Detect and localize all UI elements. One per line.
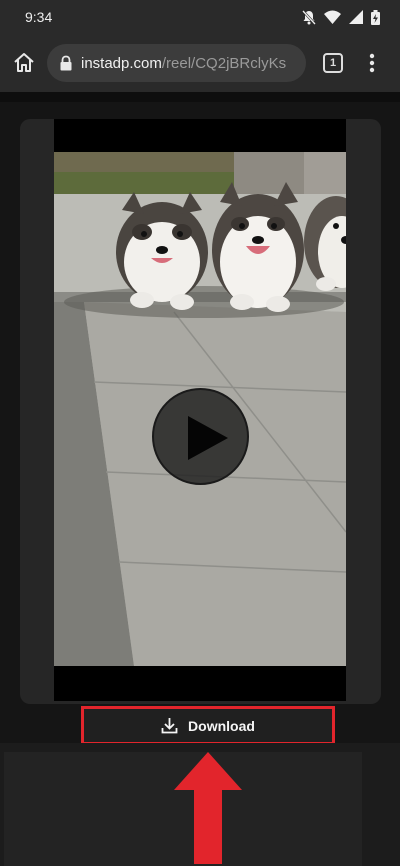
home-icon[interactable] — [12, 51, 36, 75]
download-label: Download — [188, 717, 255, 734]
url-host: instadp.com — [81, 54, 162, 72]
play-icon — [188, 416, 228, 460]
page-divider — [0, 92, 400, 102]
url-path: /reel/CQ2jBRclyKs — [161, 54, 287, 72]
lock-icon — [60, 55, 72, 71]
signal-icon — [349, 10, 363, 24]
battery-icon — [371, 9, 380, 25]
status-bar: 9:34 — [0, 0, 400, 34]
status-time: 9:34 — [25, 9, 53, 25]
address-bar[interactable]: instadp.com/reel/CQ2jBRclyKs — [47, 44, 306, 82]
wifi-icon — [324, 10, 341, 24]
status-icons — [302, 9, 380, 25]
tab-count-label: 1 — [329, 57, 337, 69]
download-button[interactable]: Download — [81, 706, 335, 745]
download-icon — [161, 718, 178, 734]
tab-switcher-icon[interactable]: 1 — [323, 53, 343, 73]
annotation-arrow-icon — [174, 752, 242, 864]
browser-toolbar: instadp.com/reel/CQ2jBRclyKs 1 — [0, 34, 400, 92]
more-vert-icon[interactable] — [362, 51, 382, 75]
play-button[interactable] — [152, 388, 249, 485]
mute-icon — [302, 9, 316, 25]
